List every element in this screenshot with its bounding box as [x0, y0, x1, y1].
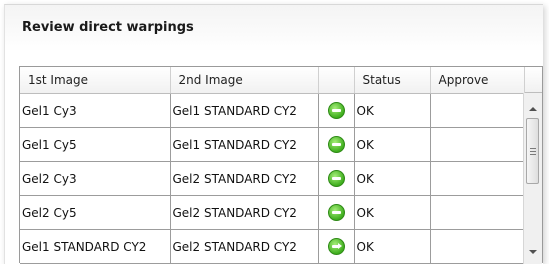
cell-approve[interactable] [430, 161, 525, 196]
cell-first-image[interactable]: Gel1 STANDARD CY2 [20, 229, 171, 264]
column-header-approve[interactable]: Approve [430, 67, 525, 94]
panel-title: Review direct warpings [22, 20, 194, 35]
scrollbar-thumb[interactable] [526, 118, 539, 184]
cell-icon[interactable] [318, 195, 355, 230]
cell-first-image[interactable]: Gel2 Cy5 [20, 195, 171, 230]
cell-icon[interactable] [318, 161, 355, 196]
column-header-icon[interactable] [318, 67, 355, 94]
table-row[interactable]: Gel1 Cy3 Gel1 STANDARD CY2 OK [20, 93, 525, 128]
cell-second-image[interactable]: Gel1 STANDARD CY2 [170, 127, 319, 162]
table-row[interactable]: Gel2 Cy5 Gel2 STANDARD CY2 OK [20, 195, 525, 230]
cell-first-image[interactable]: Gel1 Cy5 [20, 127, 171, 162]
review-panel: Review direct warpings 1st Image 2nd Ima… [0, 0, 549, 264]
scroll-down-arrow-icon[interactable] [529, 250, 537, 254]
cell-status[interactable]: OK [354, 161, 431, 196]
cell-first-image[interactable]: Gel2 Cy3 [20, 161, 171, 196]
green-minus-icon [327, 204, 345, 221]
cell-second-image[interactable]: Gel1 STANDARD CY2 [170, 93, 319, 128]
cell-second-image[interactable]: Gel2 STANDARD CY2 [170, 229, 319, 264]
cell-approve[interactable] [430, 93, 525, 128]
cell-status[interactable]: OK [354, 127, 431, 162]
cell-icon[interactable] [318, 127, 355, 162]
cell-icon[interactable] [318, 93, 355, 128]
table-header-row: 1st Image 2nd Image Status Approve [20, 67, 525, 94]
vertical-scrollbar[interactable] [523, 93, 542, 264]
table-row[interactable]: Gel2 Cy3 Gel2 STANDARD CY2 OK [20, 161, 525, 196]
cell-approve[interactable] [430, 195, 525, 230]
table-row[interactable]: Gel1 Cy5 Gel1 STANDARD CY2 OK [20, 127, 525, 162]
scroll-up-arrow-icon[interactable] [529, 107, 537, 111]
grip-line [530, 148, 536, 149]
column-header-first-image[interactable]: 1st Image [20, 67, 171, 94]
cell-status[interactable]: OK [354, 229, 431, 264]
cell-approve[interactable] [430, 127, 525, 162]
header-corner [523, 67, 542, 93]
cell-first-image[interactable]: Gel1 Cy3 [20, 93, 171, 128]
green-minus-icon [327, 136, 345, 153]
cell-status[interactable]: OK [354, 195, 431, 230]
cell-second-image[interactable]: Gel2 STANDARD CY2 [170, 195, 319, 230]
warpings-table: 1st Image 2nd Image Status Approve Gel1 … [20, 67, 525, 264]
grip-line [530, 151, 536, 152]
green-arrow-icon [327, 238, 345, 255]
column-header-second-image[interactable]: 2nd Image [170, 67, 319, 94]
warpings-grid: 1st Image 2nd Image Status Approve Gel1 … [19, 66, 543, 264]
cell-approve[interactable] [430, 229, 525, 264]
column-header-status[interactable]: Status [354, 67, 431, 94]
green-minus-icon [327, 170, 345, 187]
table-row[interactable]: Gel1 STANDARD CY2 Gel2 STANDARD CY2 OK [20, 229, 525, 264]
cell-second-image[interactable]: Gel2 STANDARD CY2 [170, 161, 319, 196]
cell-icon[interactable] [318, 229, 355, 264]
green-minus-icon [327, 102, 345, 119]
grip-line [530, 154, 536, 155]
cell-status[interactable]: OK [354, 93, 431, 128]
